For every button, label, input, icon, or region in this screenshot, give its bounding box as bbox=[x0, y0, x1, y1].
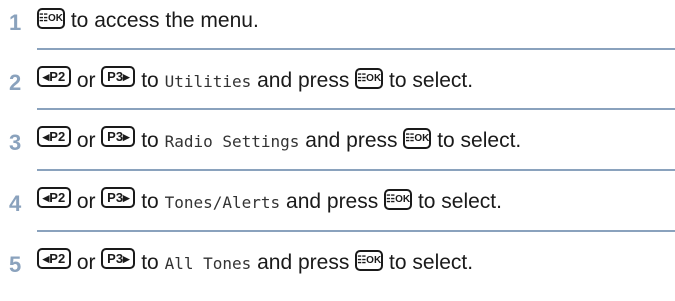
p2-left-key-icon: ◂P2 bbox=[37, 187, 71, 208]
divider bbox=[37, 48, 675, 50]
step-number: 4 bbox=[9, 191, 22, 216]
to-select-text: to select. bbox=[389, 69, 474, 92]
menu-target: Tones/Alerts bbox=[164, 193, 281, 212]
divider bbox=[37, 108, 675, 110]
and-press-text: and press bbox=[257, 251, 350, 274]
to-text: to bbox=[141, 69, 159, 92]
step-4: 4 ◂P2 or P3▸ to Tones/Alerts and press ☷… bbox=[0, 185, 675, 225]
step-3: 3 ◂P2 or P3▸ to Radio Settings and press… bbox=[0, 124, 675, 164]
menu-target: Radio Settings bbox=[164, 132, 300, 151]
step-text: ◂P2 or P3▸ to All Tones and press ☷OK to… bbox=[37, 248, 474, 277]
ok-menu-key-icon: ☷OK bbox=[384, 189, 413, 210]
or-text: or bbox=[76, 69, 96, 92]
step-2: 2 ◂P2 or P3▸ to Utilities and press ☷OK … bbox=[0, 64, 675, 104]
ok-menu-key-icon: ☷OK bbox=[37, 8, 65, 29]
step-number: 5 bbox=[9, 252, 22, 277]
step-text: ◂P2 or P3▸ to Tones/Alerts and press ☷OK… bbox=[37, 187, 502, 216]
and-press-text: and press bbox=[286, 190, 379, 213]
to-text: to bbox=[141, 251, 159, 274]
menu-target: Utilities bbox=[164, 72, 252, 91]
ok-menu-key-icon: ☷OK bbox=[355, 68, 384, 89]
to-select-text: to select. bbox=[417, 190, 502, 213]
menu-target: All Tones bbox=[164, 254, 252, 273]
or-text: or bbox=[76, 129, 96, 152]
p2-left-key-icon: ◂P2 bbox=[37, 248, 71, 269]
p3-right-key-icon: P3▸ bbox=[101, 126, 136, 147]
to-text: to bbox=[141, 129, 159, 152]
to-text: to bbox=[141, 190, 159, 213]
step-text: ◂P2 or P3▸ to Utilities and press ☷OK to… bbox=[37, 66, 474, 95]
step-5: 5 ◂P2 or P3▸ to All Tones and press ☷OK … bbox=[0, 246, 675, 286]
and-press-text: and press bbox=[257, 69, 350, 92]
step-1: 1 ☷OK to access the menu. bbox=[0, 4, 675, 44]
p2-left-key-icon: ◂P2 bbox=[37, 66, 71, 87]
divider bbox=[37, 169, 675, 171]
step-text: ◂P2 or P3▸ to Radio Settings and press ☷… bbox=[37, 126, 522, 155]
to-select-text: to select. bbox=[437, 129, 522, 152]
p3-right-key-icon: P3▸ bbox=[101, 187, 136, 208]
instruction-text: to access the menu. bbox=[70, 9, 259, 32]
ok-menu-key-icon: ☷OK bbox=[403, 128, 432, 149]
to-select-text: to select. bbox=[389, 251, 474, 274]
p3-right-key-icon: P3▸ bbox=[101, 248, 136, 269]
p2-left-key-icon: ◂P2 bbox=[37, 126, 71, 147]
or-text: or bbox=[76, 251, 96, 274]
step-text: ☷OK to access the menu. bbox=[37, 8, 259, 35]
step-number: 2 bbox=[9, 70, 22, 95]
ok-menu-key-icon: ☷OK bbox=[355, 250, 384, 271]
step-number: 3 bbox=[9, 130, 22, 155]
divider bbox=[37, 230, 675, 232]
or-text: or bbox=[76, 190, 96, 213]
step-number: 1 bbox=[9, 10, 22, 35]
p3-right-key-icon: P3▸ bbox=[101, 66, 136, 87]
and-press-text: and press bbox=[305, 129, 398, 152]
